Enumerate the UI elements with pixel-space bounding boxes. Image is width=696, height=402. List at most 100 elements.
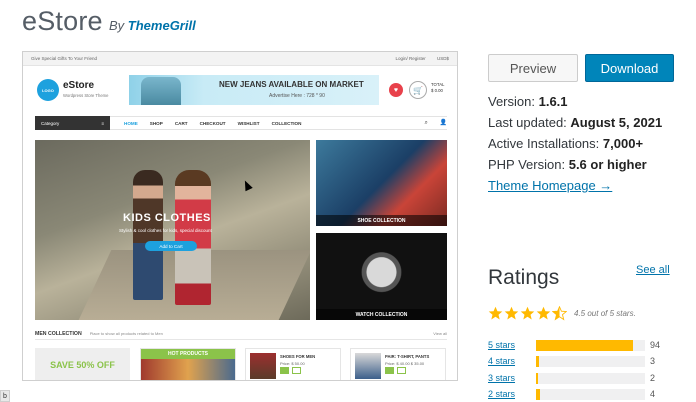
topbar-login: Login/ Register xyxy=(395,56,426,61)
rating-5-stars-link[interactable]: 5 stars xyxy=(488,340,515,350)
theme-homepage-link[interactable]: Theme Homepage → xyxy=(488,178,612,193)
star-filled-icon xyxy=(520,306,535,320)
hero-slide: KIDS CLOTHES Stylish & cool clothes for … xyxy=(35,140,310,320)
corner-tab[interactable]: b xyxy=(0,390,10,402)
nav-collection: COLLECTION xyxy=(271,120,302,126)
hot-products-image xyxy=(141,359,235,380)
meta-last-updated-label: Last updated: xyxy=(488,115,567,130)
rating-3-stars-bar xyxy=(536,373,645,384)
topbar-currency: USD$ xyxy=(436,56,449,61)
rating-2-stars-bar xyxy=(536,389,645,400)
product-name: SHOES FOR MEN xyxy=(280,354,316,359)
product-image xyxy=(250,353,276,379)
men-collection-title: MEN COLLECTION xyxy=(35,330,82,337)
star-rating: 4.5 out of 5 stars. xyxy=(488,306,636,321)
byline-prefix: By xyxy=(109,18,125,33)
rating-4-stars-link[interactable]: 4 stars xyxy=(488,356,515,366)
topbar-links: Login/ Register USD$ xyxy=(385,56,449,61)
cart-icon: 🛒 xyxy=(409,81,427,99)
nav-shop: SHOP xyxy=(149,120,163,126)
ad-banner: NEW JEANS AVAILABLE ON MARKET Advertise … xyxy=(129,75,379,105)
brand-tagline: Wordpress Store Theme xyxy=(63,93,109,98)
kid-girl-image xyxy=(175,170,211,305)
cart-icon xyxy=(385,367,394,374)
nav-home: HOME xyxy=(124,120,138,126)
rating-4-stars-count: 3 xyxy=(650,356,656,366)
kid-boy-image xyxy=(133,170,163,300)
heart-icon xyxy=(397,367,406,374)
meta-version-value: 1.6.1 xyxy=(538,94,568,109)
meta-last-updated-value: August 5, 2021 xyxy=(570,115,663,130)
rating-5-stars-count: 94 xyxy=(650,340,661,350)
brand-name: eStore xyxy=(63,80,95,91)
rating-4-stars-bar xyxy=(536,356,645,367)
watch-collection-tile: WATCH COLLECTION xyxy=(316,233,447,320)
star-filled-icon xyxy=(488,306,503,320)
watch-caption: WATCH COLLECTION xyxy=(316,309,447,320)
menu-icon: ≡ xyxy=(101,120,104,126)
hot-products-label: HOT PRODUCTS xyxy=(141,349,235,359)
meta-version-label: Version: xyxy=(488,94,535,109)
product-price: Price: $ 50.00 xyxy=(280,361,305,366)
nav-links: HOME SHOP CART CHECKOUT WISHLIST COLLECT… xyxy=(124,121,313,126)
star-half-icon xyxy=(552,306,567,321)
star-filled-icon xyxy=(536,306,551,320)
rating-3-stars-count: 2 xyxy=(650,373,656,383)
meta-php-value: 5.6 or higher xyxy=(568,157,647,172)
star-filled-icon xyxy=(504,306,519,320)
men-view-all: View all xyxy=(433,331,447,336)
ad-model-image xyxy=(141,77,181,105)
theme-byline: By ThemeGrill xyxy=(109,18,196,33)
rating-2-stars-count: 4 xyxy=(650,389,656,399)
meta-installations: Active Installations: 7,000+ xyxy=(488,136,643,151)
meta-last-updated: Last updated: August 5, 2021 xyxy=(488,115,662,130)
product-card: PAIR: T-SHIRT, PANTS Price: $ 40.00 $ 35… xyxy=(350,348,446,380)
rating-bar-fill xyxy=(536,389,541,400)
topbar-gift-text: Give Special Gifts To Your Friend xyxy=(31,56,97,61)
hero-add-to-cart: Add to Cart xyxy=(145,241,197,251)
meta-installations-value: 7,000+ xyxy=(602,136,644,151)
men-collection-subtitle: Place to show all products related to Me… xyxy=(89,331,163,336)
save-banner: SAVE 50% OFF xyxy=(35,348,130,380)
nav-checkout: CHECKOUT xyxy=(199,120,226,126)
shoe-caption: SHOE COLLECTION xyxy=(316,215,447,226)
meta-php-label: PHP Version: xyxy=(488,157,566,172)
product-image xyxy=(355,353,381,379)
cart-icon xyxy=(280,367,289,374)
product-name: PAIR: T-SHIRT, PANTS xyxy=(385,354,430,359)
hero-title: KIDS CLOTHES xyxy=(123,212,211,224)
hot-products-box: HOT PRODUCTS xyxy=(140,348,236,380)
rating-2-stars-link[interactable]: 2 stars xyxy=(488,389,515,399)
preview-button[interactable]: Preview xyxy=(488,54,578,82)
heart-icon: ♥ xyxy=(389,83,403,97)
rating-3-stars-link[interactable]: 3 stars xyxy=(488,373,515,383)
meta-php-version: PHP Version: 5.6 or higher xyxy=(488,157,647,172)
ratings-title: Ratings xyxy=(488,266,560,289)
author-link[interactable]: ThemeGrill xyxy=(128,18,196,33)
shoe-collection-tile: SHOE COLLECTION xyxy=(316,140,447,226)
heart-icon xyxy=(292,367,301,374)
total-value: $ 0.00 xyxy=(431,88,443,93)
nav-cart: CART xyxy=(174,120,188,126)
meta-installations-label: Active Installations: xyxy=(488,136,600,151)
nav-wishlist: WISHLIST xyxy=(237,120,260,126)
nav-icons: ⌕ 👤 xyxy=(414,119,447,127)
download-button[interactable]: Download xyxy=(585,54,674,82)
ad-subtext: Advertise Here : 728 * 90 xyxy=(269,93,325,99)
screenshot-brand-row: LOGO eStore Wordpress Store Theme NEW JE… xyxy=(23,66,457,116)
ad-headline: NEW JEANS AVAILABLE ON MARKET xyxy=(219,80,364,89)
category-label: Category xyxy=(41,120,60,126)
hero-subtitle: Stylish & cool clothes for kids, special… xyxy=(119,228,212,233)
cart-total: TOTAL $ 0.00 xyxy=(431,82,444,94)
search-icon: ⌕ xyxy=(424,120,428,126)
rating-bar-fill xyxy=(536,356,540,367)
product-price: Price: $ 40.00 $ 35.00 xyxy=(385,361,425,366)
product-card: SHOES FOR MEN Price: $ 50.00 xyxy=(245,348,341,380)
rating-bar-fill xyxy=(536,340,633,351)
meta-version: Version: 1.6.1 xyxy=(488,94,568,109)
screenshot-navbar: Category ≡ HOME SHOP CART CHECKOUT WISHL… xyxy=(35,116,447,130)
men-collection-header: MEN COLLECTION Place to show all product… xyxy=(35,328,447,340)
rating-5-stars-bar xyxy=(536,340,645,351)
rating-summary: 4.5 out of 5 stars. xyxy=(574,309,636,318)
see-all-link[interactable]: See all xyxy=(636,264,670,276)
